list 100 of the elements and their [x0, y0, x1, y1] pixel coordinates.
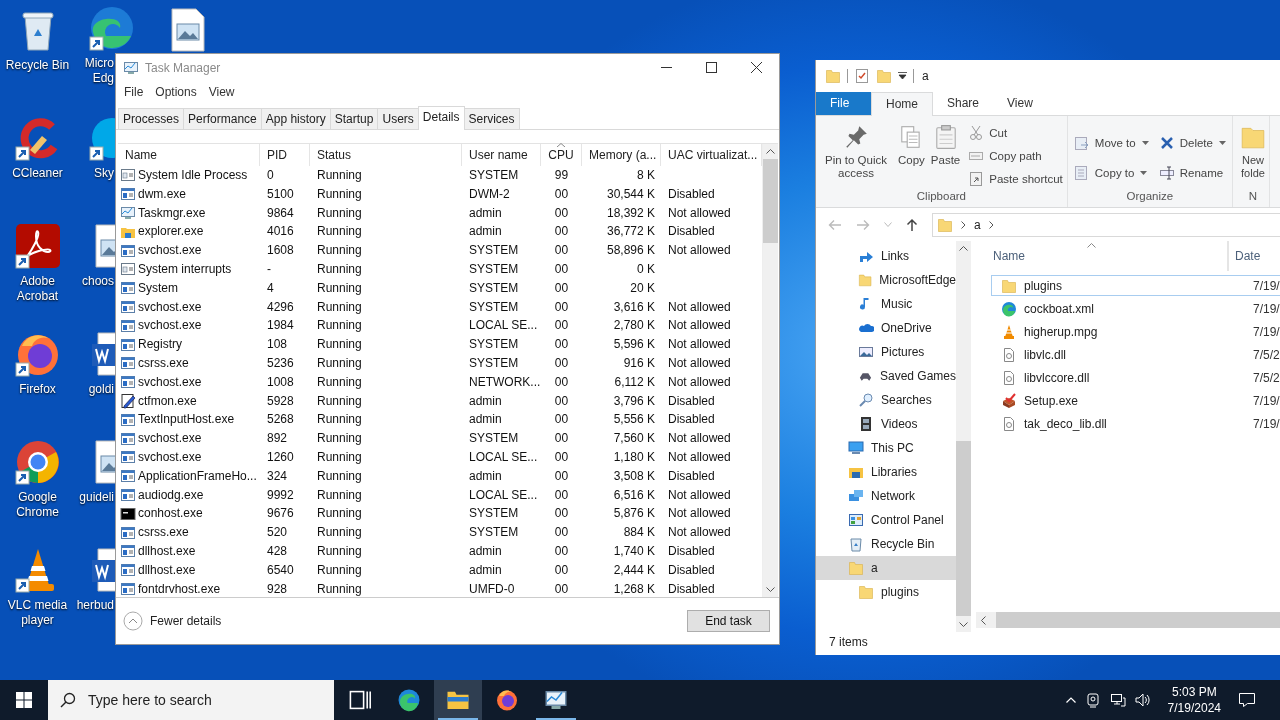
- column-header[interactable]: Name: [118, 144, 260, 166]
- file-row[interactable]: cockboat.xml 7/19/: [991, 298, 1280, 319]
- nav-item[interactable]: Recycle Bin: [816, 532, 956, 556]
- ribbon-button[interactable]: Move to: [1071, 134, 1151, 151]
- column-header[interactable]: CPU: [541, 144, 582, 166]
- nav-item[interactable]: Music: [816, 292, 956, 316]
- desktop-icon-label[interactable]: Google Chrome: [0, 490, 75, 520]
- menu-item[interactable]: Options: [149, 84, 203, 99]
- desktop-icon-label[interactable]: CCleaner: [12, 166, 63, 181]
- nav-item[interactable]: a: [816, 556, 956, 580]
- scroll-thumb[interactable]: [763, 159, 778, 243]
- desktop-icon-label[interactable]: guideli: [76, 490, 114, 505]
- nav-label[interactable]: MicrosoftEdge: [879, 273, 956, 287]
- dropdown-arrow-icon[interactable]: [898, 72, 907, 80]
- desktop-icon-label[interactable]: choos: [76, 274, 114, 289]
- nav-label[interactable]: Libraries: [871, 465, 918, 479]
- nav-item[interactable]: Pictures: [816, 340, 956, 364]
- file-menu-tab[interactable]: File: [816, 92, 871, 115]
- nav-label[interactable]: Videos: [881, 417, 918, 431]
- clock-date[interactable]: 7/19/2024: [1167, 700, 1221, 716]
- up-arrow-icon[interactable]: [906, 217, 918, 232]
- ribbon-button[interactable]: New folde: [1236, 120, 1269, 190]
- desktop-icon-label[interactable]: VLC media player: [0, 598, 75, 628]
- tab[interactable]: Details: [417, 106, 465, 130]
- nav-item[interactable]: MicrosoftEdge: [816, 268, 956, 292]
- menu-item[interactable]: File: [118, 84, 150, 99]
- tab[interactable]: Performance: [183, 108, 262, 129]
- address-bar[interactable]: a: [932, 212, 1280, 237]
- fewer-details-button[interactable]: Fewer details: [123, 611, 222, 631]
- desktop-icon-label[interactable]: Recycle Bin: [5, 58, 70, 73]
- ribbon-button[interactable]: Copy to: [1071, 164, 1151, 181]
- nav-label[interactable]: Control Panel: [871, 513, 944, 527]
- nav-label[interactable]: Network: [871, 489, 915, 503]
- vertical-scrollbar[interactable]: [762, 144, 778, 597]
- column-header[interactable]: User name: [462, 144, 541, 166]
- ribbon-button[interactable]: Copy: [896, 120, 927, 190]
- column-header[interactable]: Memory (a...: [582, 144, 661, 166]
- file-row[interactable]: libvlc.dll 7/5/2: [991, 344, 1280, 365]
- ribbon-tab[interactable]: Home: [871, 92, 933, 116]
- vertical-scrollbar[interactable]: [956, 241, 971, 632]
- maximize-icon[interactable]: [706, 62, 717, 73]
- desktop-icon-label[interactable]: Micro Edg: [76, 56, 114, 86]
- taskbar-button[interactable]: [434, 680, 482, 720]
- clock-time[interactable]: 5:03 PM: [1171, 684, 1217, 700]
- windows-logo-icon[interactable]: [16, 692, 32, 708]
- ribbon-button[interactable]: Copy path: [966, 147, 1065, 164]
- ribbon-button[interactable]: Paste shortcut: [966, 170, 1065, 187]
- column-header[interactable]: Name: [986, 241, 1228, 271]
- nav-item[interactable]: Control Panel: [816, 508, 956, 532]
- nav-label[interactable]: Recycle Bin: [871, 537, 935, 551]
- chevron-up-icon[interactable]: [1065, 697, 1076, 703]
- browser-icon[interactable]: [13, 438, 62, 486]
- nav-label[interactable]: Music: [881, 297, 913, 311]
- desktop-icon-label[interactable]: goldi: [76, 382, 114, 397]
- nav-item[interactable]: Videos: [816, 412, 956, 436]
- nav-label[interactable]: OneDrive: [881, 321, 932, 335]
- nav-item[interactable]: Saved Games: [816, 364, 956, 388]
- properties-icon[interactable]: [854, 68, 870, 84]
- column-header[interactable]: PID: [260, 144, 310, 166]
- nav-item[interactable]: Libraries: [816, 460, 956, 484]
- end-task-button[interactable]: End task: [687, 610, 770, 632]
- desktop-icon-label[interactable]: Adobe Acrobat: [0, 274, 75, 304]
- column-header[interactable]: Date: [1228, 241, 1280, 271]
- nav-item[interactable]: This PC: [816, 436, 956, 460]
- ribbon-tab[interactable]: Share: [933, 92, 994, 115]
- nav-label[interactable]: plugins: [881, 585, 920, 599]
- ribbon-button[interactable]: Cut: [966, 124, 1065, 141]
- ribbon-button[interactable]: Pin to Quick access: [818, 120, 894, 190]
- meeting-icon[interactable]: [1084, 692, 1101, 708]
- file-row[interactable]: higherup.mpg 7/19/: [991, 321, 1280, 342]
- desktop-icon-label[interactable]: herbud: [76, 598, 114, 613]
- nav-item[interactable]: Network: [816, 484, 956, 508]
- nav-label[interactable]: This PC: [871, 441, 914, 455]
- nav-label[interactable]: Pictures: [881, 345, 925, 359]
- tab[interactable]: App history: [260, 108, 331, 129]
- ribbon-button[interactable]: Rename: [1156, 164, 1228, 181]
- file-row[interactable]: tak_deco_lib.dll 7/19/: [991, 413, 1280, 434]
- file-row[interactable]: Setup.exe 7/19/: [991, 390, 1280, 411]
- ribbon-tab[interactable]: View: [993, 92, 1047, 115]
- notification-icon[interactable]: [1238, 692, 1256, 708]
- desktop-icon-label[interactable]: Firefox: [19, 382, 56, 397]
- tab[interactable]: Processes: [118, 108, 185, 129]
- nav-item[interactable]: plugins: [816, 580, 956, 604]
- column-header[interactable]: Status: [310, 144, 462, 166]
- tab[interactable]: Services: [463, 108, 520, 129]
- nav-label[interactable]: Saved Games: [879, 369, 956, 383]
- file-row[interactable]: plugins 7/19/: [991, 275, 1280, 296]
- nav-label[interactable]: Searches: [881, 393, 932, 407]
- nav-item[interactable]: Searches: [816, 388, 956, 412]
- file-row[interactable]: libvlccore.dll 7/5/2: [991, 367, 1280, 388]
- browser-icon[interactable]: [88, 4, 136, 52]
- document-icon[interactable]: [13, 222, 62, 270]
- tab[interactable]: Users: [377, 108, 419, 129]
- ribbon-button[interactable]: Delete: [1156, 134, 1228, 151]
- ribbon-button[interactable]: Paste: [928, 120, 963, 190]
- nav-label[interactable]: Links: [881, 249, 909, 263]
- tab[interactable]: Startup: [329, 108, 379, 129]
- scroll-thumb[interactable]: [956, 441, 971, 616]
- menu-item[interactable]: View: [202, 84, 241, 99]
- search-field[interactable]: Type here to search: [88, 692, 308, 708]
